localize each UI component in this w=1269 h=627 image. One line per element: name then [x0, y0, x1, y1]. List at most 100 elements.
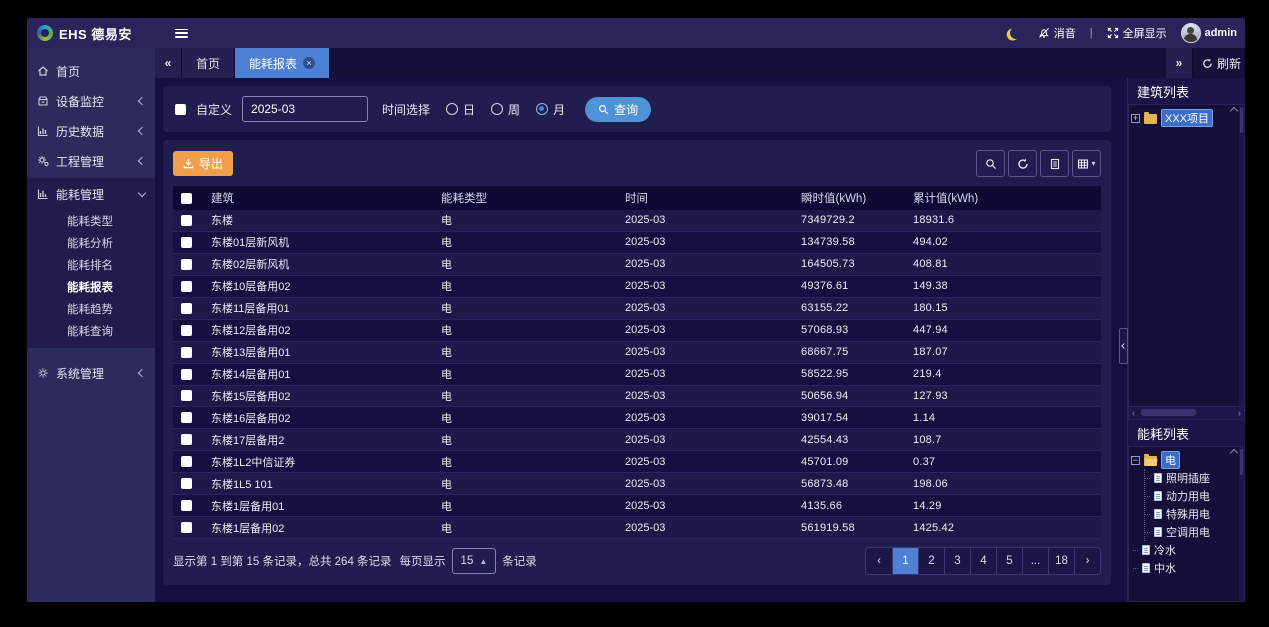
row-checkbox[interactable] [181, 456, 192, 467]
page-button-1[interactable]: 1 [892, 548, 918, 574]
vertical-scrollbar[interactable] [1239, 105, 1244, 406]
energy-panel-title: 能耗列表 [1128, 420, 1245, 446]
grid-refresh-button[interactable] [1008, 150, 1037, 177]
table-row[interactable]: 东楼02层新风机电2025-03164505.73408.81 [173, 254, 1101, 276]
sidebar-toggle-icon[interactable] [175, 29, 188, 38]
tabs-scroll-right-icon[interactable]: » [1166, 48, 1193, 78]
vertical-scrollbar[interactable] [1239, 447, 1244, 601]
col-total[interactable]: 累计值(kWh) [913, 190, 1101, 206]
sidebar-subitem-energy-analysis[interactable]: 能耗分析 [27, 232, 155, 254]
refresh-tab-button[interactable]: 刷新 [1193, 48, 1245, 78]
row-checkbox[interactable] [181, 390, 192, 401]
col-energy-type[interactable]: 能耗类型 [441, 190, 625, 206]
row-checkbox[interactable] [181, 500, 192, 511]
sidebar-item-history-data[interactable]: 历史数据 [27, 116, 155, 146]
radio-month[interactable]: 月 [536, 101, 565, 118]
row-checkbox[interactable] [181, 325, 192, 336]
tree-expander-icon[interactable]: + [1131, 114, 1140, 123]
table-row[interactable]: 东楼16层备用02电2025-0339017.541.14 [173, 407, 1101, 429]
hscroll-right-icon[interactable]: › [1238, 408, 1241, 418]
row-checkbox[interactable] [181, 215, 192, 226]
energy-root-label[interactable]: 电 [1161, 451, 1180, 469]
sidebar-subitem-energy-trend[interactable]: 能耗趋势 [27, 298, 155, 320]
tab-home[interactable]: 首页 [182, 48, 235, 78]
tab-close-icon[interactable]: × [303, 57, 315, 69]
row-checkbox[interactable] [181, 434, 192, 445]
tree-item-special[interactable]: 特殊用电 [1149, 505, 1242, 523]
mute-button[interactable]: 消音 [1038, 25, 1076, 41]
tree-item-power[interactable]: 动力用电 [1149, 487, 1242, 505]
sidebar-subitem-energy-query[interactable]: 能耗查询 [27, 320, 155, 342]
tab-energy-report[interactable]: 能耗报表 × [235, 48, 330, 78]
row-checkbox[interactable] [181, 281, 192, 292]
page-button-18[interactable]: 18 [1048, 548, 1074, 574]
col-time[interactable]: 时间 [625, 190, 801, 206]
row-checkbox[interactable] [181, 369, 192, 380]
page-size-select[interactable]: 15 ▲ [452, 548, 497, 574]
sidebar-item-system-management[interactable]: 系统管理 [27, 358, 155, 388]
table-row[interactable]: 东楼17层备用2电2025-0342554.43108.7 [173, 429, 1101, 451]
table-row[interactable]: 东楼1层备用02电2025-03561919.581425.42 [173, 517, 1101, 539]
query-button[interactable]: 查询 [585, 97, 651, 122]
col-instant[interactable]: 瞬时值(kWh) [801, 190, 913, 206]
table-row[interactable]: 东楼1L5 101电2025-0356873.48198.06 [173, 473, 1101, 495]
table-row[interactable]: 东楼1L2中信证券电2025-0345701.090.37 [173, 451, 1101, 473]
page-button-4[interactable]: 4 [970, 548, 996, 574]
table-row[interactable]: 东楼电2025-037349729.218931.6 [173, 210, 1101, 232]
tree-item-hvac[interactable]: 空调用电 [1149, 523, 1242, 541]
table-row[interactable]: 东楼01层新风机电2025-03134739.58494.02 [173, 232, 1101, 254]
sidebar-item-device-monitor[interactable]: 设备监控 [27, 86, 155, 116]
sidebar-item-energy-management[interactable]: 能耗管理 [27, 178, 155, 210]
theme-moon-icon[interactable] [1009, 26, 1023, 40]
col-building[interactable]: 建筑 [211, 190, 441, 206]
radio-day[interactable]: 日 [446, 101, 475, 118]
table-row[interactable]: 东楼14层备用01电2025-0358522.95219.4 [173, 364, 1101, 386]
building-root-label[interactable]: XXX项目 [1161, 109, 1213, 127]
sidebar-subitem-energy-ranking[interactable]: 能耗排名 [27, 254, 155, 276]
row-checkbox[interactable] [181, 259, 192, 270]
sidebar-subitem-energy-report[interactable]: 能耗报表 [27, 276, 155, 298]
hscroll-left-icon[interactable]: ‹ [1132, 408, 1135, 418]
grid-columns-button[interactable]: ▾ [1072, 150, 1101, 177]
sidebar-item-home[interactable]: 首页 [27, 56, 155, 86]
table-row[interactable]: 东楼11层备用01电2025-0363155.22180.15 [173, 298, 1101, 320]
tree-expander-icon[interactable]: − [1131, 456, 1140, 465]
sidebar-item-project-management[interactable]: 工程管理 [27, 146, 155, 176]
custom-checkbox[interactable] [175, 104, 186, 115]
radio-week[interactable]: 周 [491, 101, 520, 118]
select-all-checkbox[interactable] [181, 193, 192, 204]
tree-item-cold-water[interactable]: 冷水 [1137, 541, 1242, 559]
row-checkbox[interactable] [181, 412, 192, 423]
tree-item-lighting[interactable]: 照明插座 [1149, 469, 1242, 487]
export-button[interactable]: 导出 [173, 151, 233, 176]
horizontal-scrollbar[interactable]: ‹ › [1128, 407, 1245, 420]
table-row[interactable]: 东楼13层备用01电2025-0368667.75187.07 [173, 342, 1101, 364]
row-checkbox[interactable] [181, 347, 192, 358]
hscroll-thumb[interactable] [1141, 409, 1196, 416]
table-row[interactable]: 东楼10层备用02电2025-0349376.61149.38 [173, 276, 1101, 298]
grid-search-button[interactable] [976, 150, 1005, 177]
tree-item-reclaimed-water[interactable]: 中水 [1137, 559, 1242, 577]
row-checkbox[interactable] [181, 303, 192, 314]
user-menu[interactable]: admin [1181, 23, 1237, 43]
chevron-left-icon [138, 127, 146, 135]
energy-tree-root[interactable]: − 电 [1131, 451, 1242, 469]
page-button-5[interactable]: 5 [996, 548, 1022, 574]
row-checkbox[interactable] [181, 522, 192, 533]
page-prev-button[interactable]: ‹ [866, 548, 892, 574]
table-row[interactable]: 东楼15层备用02电2025-0350656.94127.93 [173, 386, 1101, 408]
grid-card-view-button[interactable] [1040, 150, 1069, 177]
fullscreen-button[interactable]: 全屏显示 [1107, 25, 1167, 41]
page-next-button[interactable]: › [1074, 548, 1100, 574]
panel-collapse-handle[interactable] [1119, 328, 1128, 364]
sidebar-subitem-energy-type[interactable]: 能耗类型 [27, 210, 155, 232]
row-checkbox[interactable] [181, 478, 192, 489]
tabs-scroll-left-icon[interactable]: « [155, 48, 182, 78]
row-checkbox[interactable] [181, 237, 192, 248]
page-button-3[interactable]: 3 [944, 548, 970, 574]
date-input[interactable] [242, 96, 368, 122]
table-row[interactable]: 东楼12层备用02电2025-0357068.93447.94 [173, 320, 1101, 342]
page-button-2[interactable]: 2 [918, 548, 944, 574]
table-row[interactable]: 东楼1层备用01电2025-034135.6614.29 [173, 495, 1101, 517]
building-tree-root[interactable]: + XXX项目 [1131, 109, 1242, 127]
